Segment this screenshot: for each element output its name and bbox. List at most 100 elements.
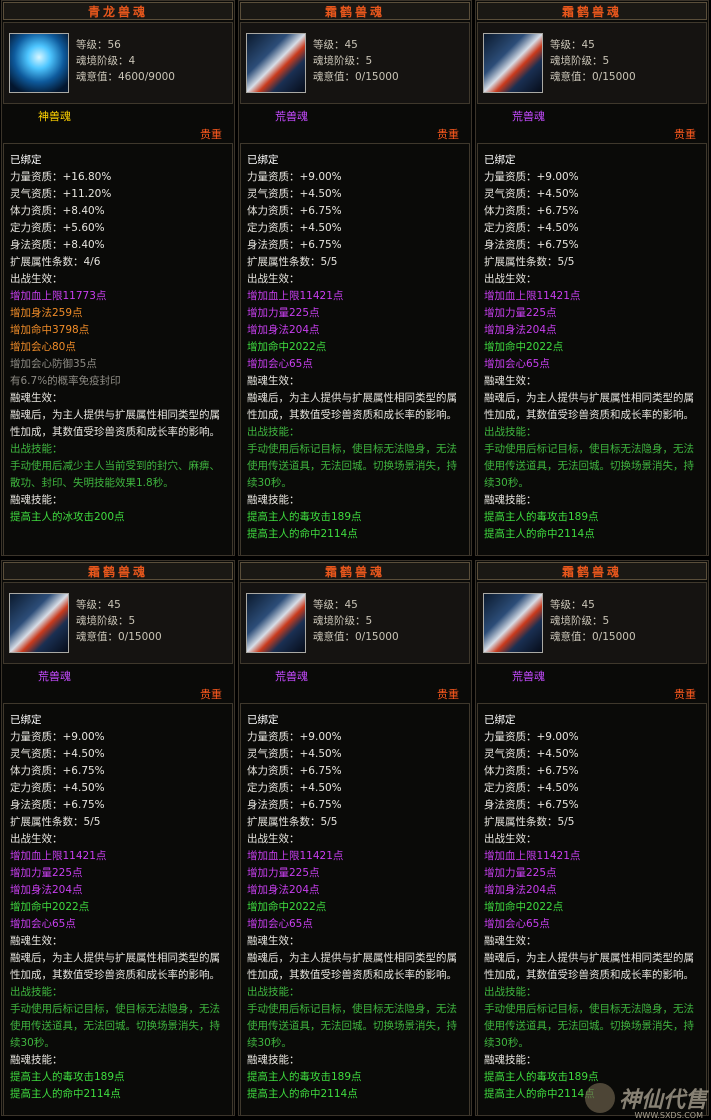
soul-card[interactable]: 霜鹤兽魂 等级：45 魂境阶级：5 魂意值：0/15000 荒兽魂 贵重 已绑定 力量资质：+… <box>475 0 709 556</box>
extension-count: 扩展属性条数：5/5 <box>247 256 338 268</box>
effect-line: 增加身法259点 <box>10 307 83 319</box>
frost-crane-soul-icon[interactable] <box>246 33 306 93</box>
stage-text: 魂境阶级：5 <box>550 615 610 627</box>
bound-status: 已绑定 <box>247 714 279 726</box>
level-text: 等级：45 <box>550 39 595 51</box>
battle-skill-label: 出战技能： <box>484 986 537 998</box>
effect-line: 增加会心65点 <box>247 918 313 930</box>
battle-effect-label: 出战生效： <box>247 273 300 285</box>
fusion-effect-label: 融魂生效： <box>10 392 63 404</box>
effect-line: 增加会心65点 <box>247 358 313 370</box>
title-bar: 霜鹤兽魂 <box>240 2 470 20</box>
attribute-line: 力量资质：+9.00% <box>247 731 342 743</box>
attribute-line: 灵气资质：+4.50% <box>10 748 105 760</box>
watermark-url: WWW.SXDS.COM <box>634 1111 703 1120</box>
watermark-text: 神仙代售 <box>618 1087 707 1113</box>
stage-text: 魂境阶级：5 <box>550 55 610 67</box>
frost-crane-soul-icon[interactable] <box>246 593 306 653</box>
soul-card[interactable]: 青龙兽魂 等级：56 魂境阶级：4 魂意值：4600/9000 神兽魂 贵重 已绑定 力量资质… <box>1 0 235 556</box>
effect-line: 增加身法204点 <box>247 884 320 896</box>
effect-line: 增加命中2022点 <box>247 341 327 353</box>
effect-line: 增加命中2022点 <box>10 901 90 913</box>
fusion-skill-line: 提高主人的命中2114点 <box>247 1088 358 1100</box>
effect-line: 增加会心65点 <box>484 918 550 930</box>
info-panel: 等级：56 魂境阶级：4 魂意值：4600/9000 <box>3 22 233 104</box>
battle-skill-text: 手动使用后减少主人当前受到的封穴、麻痹、散功、封印、失明技能效果1.8秒。 <box>10 460 220 489</box>
attribute-line: 定力资质：+4.50% <box>484 222 579 234</box>
attribute-line: 定力资质：+4.50% <box>10 782 105 794</box>
title-bar: 霜鹤兽魂 <box>477 562 707 580</box>
soul-card[interactable]: 霜鹤兽魂 等级：45 魂境阶级：5 魂意值：0/15000 荒兽魂 贵重 已绑定 力量资质：+… <box>238 560 472 1116</box>
battle-effect-label: 出战生效： <box>10 273 63 285</box>
soul-type: 荒兽魂 <box>512 110 545 123</box>
level-text: 等级：45 <box>76 599 121 611</box>
fusion-skill-label: 融魂技能： <box>247 494 300 506</box>
fusion-skill-line: 提高主人的毒攻击189点 <box>247 511 362 523</box>
attribute-line: 灵气资质：+4.50% <box>247 748 342 760</box>
attribute-line: 灵气资质：+4.50% <box>484 188 579 200</box>
attribute-line: 身法资质：+8.40% <box>10 239 105 251</box>
azure-dragon-soul-icon[interactable] <box>9 33 69 93</box>
fusion-effect-label: 融魂生效： <box>10 935 63 947</box>
effect-line: 增加会心65点 <box>10 918 76 930</box>
fusion-skill-line: 提高主人的毒攻击189点 <box>10 1071 125 1083</box>
battle-skill-label: 出战技能： <box>10 986 63 998</box>
effect-line: 增加命中2022点 <box>247 901 327 913</box>
fusion-skill-label: 融魂技能： <box>484 1054 537 1066</box>
attribute-line: 身法资质：+6.75% <box>247 239 342 251</box>
fusion-effect-label: 融魂生效： <box>247 935 300 947</box>
effect-line: 增加命中2022点 <box>484 341 564 353</box>
effect-line: 增加会心80点 <box>10 341 76 353</box>
effect-line: 增加血上限11421点 <box>484 850 581 862</box>
level-text: 等级：45 <box>313 39 358 51</box>
effect-line: 增加力量225点 <box>484 307 557 319</box>
battle-skill-text: 手动使用后标记目标，使目标无法隐身，无法使用传送道具，无法回城。切换场景消失，持… <box>484 443 694 489</box>
rarity-label: 贵重 <box>437 688 459 701</box>
fusion-effect-text: 融魂后，为主人提供与扩展属性相同类型的属性加成，其数值受珍兽资质和成长率的影响。 <box>484 392 694 421</box>
frost-crane-soul-icon[interactable] <box>9 593 69 653</box>
soul-type: 荒兽魂 <box>275 110 308 123</box>
attribute-line: 力量资质：+9.00% <box>484 171 579 183</box>
soul-type: 神兽魂 <box>38 110 71 123</box>
attribute-line: 灵气资质：+11.20% <box>10 188 112 200</box>
level-text: 等级：56 <box>76 39 121 51</box>
level-text: 等级：45 <box>550 599 595 611</box>
soul-card[interactable]: 霜鹤兽魂 等级：45 魂境阶级：5 魂意值：0/15000 荒兽魂 贵重 已绑定 力量资质：+… <box>238 0 472 556</box>
battle-effect-label: 出战生效： <box>484 273 537 285</box>
attribute-line: 身法资质：+6.75% <box>10 799 105 811</box>
effect-line: 增加力量225点 <box>484 867 557 879</box>
effect-line: 增加身法204点 <box>484 324 557 336</box>
frost-crane-soul-icon[interactable] <box>483 33 543 93</box>
effect-line: 增加命中2022点 <box>484 901 564 913</box>
attribute-line: 身法资质：+6.75% <box>484 799 579 811</box>
effect-line: 增加身法204点 <box>10 884 83 896</box>
bound-status: 已绑定 <box>247 154 279 166</box>
title-bar: 霜鹤兽魂 <box>3 562 233 580</box>
soul-card[interactable]: 霜鹤兽魂 等级：45 魂境阶级：5 魂意值：0/15000 荒兽魂 贵重 已绑定 力量资质：+… <box>475 560 709 1116</box>
card-title: 霜鹤兽魂 <box>324 564 385 579</box>
soul-value-text: 魂意值：0/15000 <box>313 71 399 83</box>
detail-panel: 已绑定 力量资质：+9.00% 灵气资质：+4.50% 体力资质：+6.75% 定力资质… <box>477 143 707 555</box>
fusion-skill-line: 提高主人的毒攻击189点 <box>484 511 599 523</box>
detail-text: 已绑定 力量资质：+9.00% 灵气资质：+4.50% 体力资质：+6.75% 定力资质… <box>484 152 706 543</box>
battle-skill-text: 手动使用后标记目标，使目标无法隐身，无法使用传送道具，无法回城。切换场景消失，持… <box>247 1003 457 1049</box>
fusion-skill-line: 提高主人的毒攻击189点 <box>247 1071 362 1083</box>
card-title: 青龙兽魂 <box>87 4 148 19</box>
fusion-skill-label: 融魂技能： <box>247 1054 300 1066</box>
frost-crane-soul-icon[interactable] <box>483 593 543 653</box>
battle-effect-label: 出战生效： <box>10 833 63 845</box>
attribute-line: 力量资质：+9.00% <box>247 171 342 183</box>
fusion-skill-line: 提高主人的命中2114点 <box>247 528 358 540</box>
extension-count: 扩展属性条数：5/5 <box>247 816 338 828</box>
detail-text: 已绑定 力量资质：+16.80% 灵气资质：+11.20% 体力资质：+8.40% 定力… <box>10 152 232 526</box>
detail-panel: 已绑定 力量资质：+9.00% 灵气资质：+4.50% 体力资质：+6.75% 定力资质… <box>477 703 707 1115</box>
fusion-effect-text: 融魂后，为主人提供与扩展属性相同类型的属性加成，其数值受珍兽资质和成长率的影响。 <box>10 952 220 981</box>
attribute-line: 体力资质：+6.75% <box>484 205 579 217</box>
detail-text: 已绑定 力量资质：+9.00% 灵气资质：+4.50% 体力资质：+6.75% 定力资质… <box>247 152 469 543</box>
fusion-skill-line: 提高主人的命中2114点 <box>484 528 595 540</box>
fusion-skill-label: 融魂技能： <box>10 1054 63 1066</box>
bound-status: 已绑定 <box>10 714 42 726</box>
attribute-line: 灵气资质：+4.50% <box>247 188 342 200</box>
soul-card[interactable]: 霜鹤兽魂 等级：45 魂境阶级：5 魂意值：0/15000 荒兽魂 贵重 已绑定 力量资质：+… <box>1 560 235 1116</box>
fusion-skill-label: 融魂技能： <box>10 494 63 506</box>
